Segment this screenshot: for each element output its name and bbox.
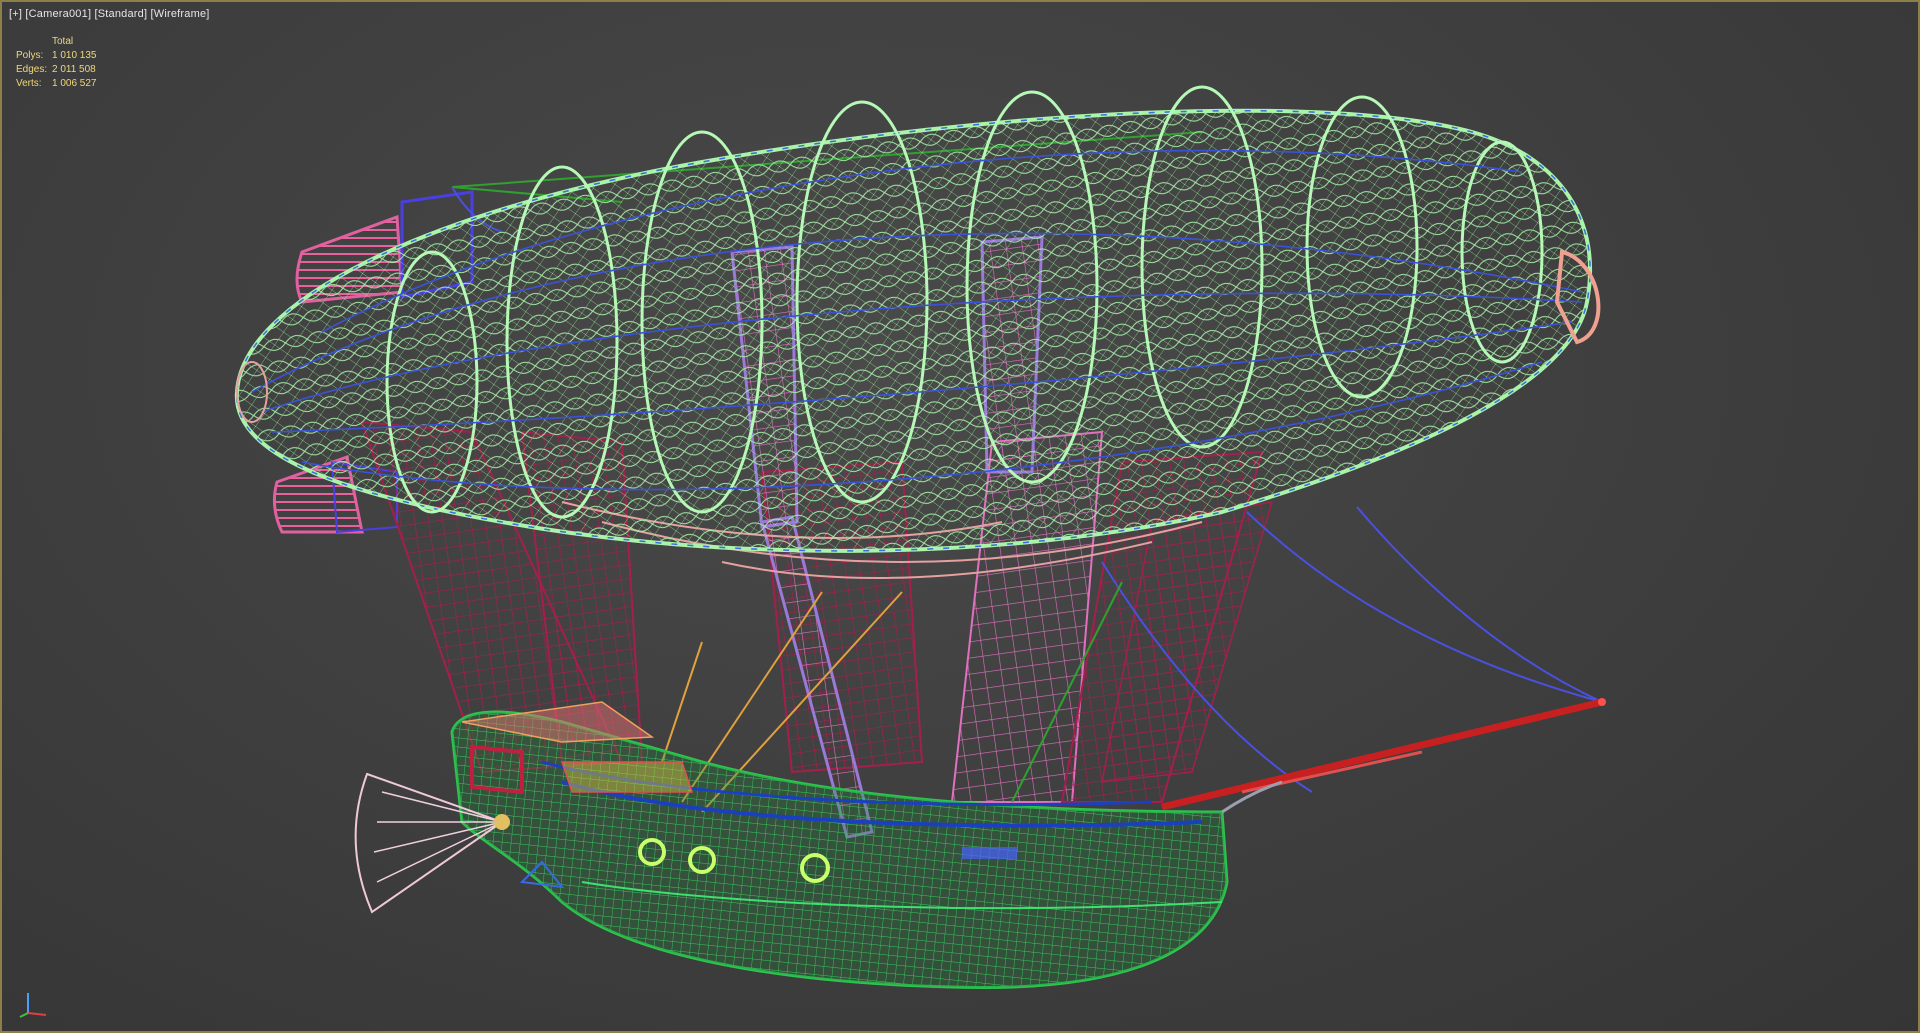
xyz-axis-icon xyxy=(19,993,47,1018)
wireframe-viewport[interactable]: [+] [Camera001] [Standard] [Wireframe] T… xyxy=(0,0,1920,1033)
bowsprit xyxy=(1161,698,1606,814)
airship-wireframe-model[interactable] xyxy=(2,2,1918,1031)
balloon-envelope xyxy=(234,85,1601,553)
